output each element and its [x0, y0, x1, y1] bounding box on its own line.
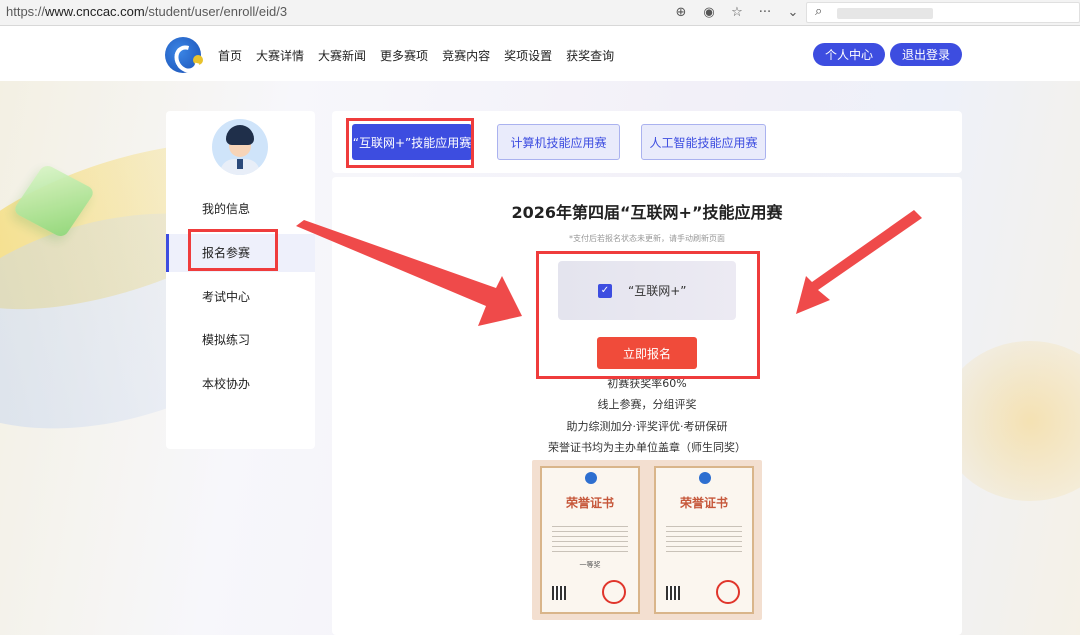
sidebar-item-exam-center[interactable]: 考试中心	[166, 278, 315, 316]
logout-button[interactable]: 退出登录	[890, 43, 962, 66]
more-icon[interactable]: ···	[756, 3, 774, 21]
personal-center-button[interactable]: 个人中心	[813, 43, 885, 66]
tab-computer-skills[interactable]: 计算机技能应用赛	[497, 124, 620, 160]
sidebar: 我的信息 报名参赛 考试中心 模拟练习 本校协办	[166, 111, 315, 449]
certificate-title: 荣誉证书	[565, 496, 614, 510]
sidebar-item-practice[interactable]: 模拟练习	[166, 321, 315, 359]
sidebar-item-school-coorg[interactable]: 本校协办	[166, 365, 315, 403]
site-logo[interactable]	[165, 37, 203, 73]
url-host: www.cnccac.com	[45, 4, 145, 19]
browser-actions: ⊕ ◉ ☆ ··· ⌄	[672, 3, 802, 21]
enroll-panel: 2026年第四届“互联网+”技能应用赛 *支付后若报名状态未更新，请手动刷新页面…	[332, 177, 962, 635]
nav-awards[interactable]: 奖项设置	[504, 47, 552, 64]
info-line: 线上参赛，分组评奖	[597, 398, 697, 411]
payment-note: *支付后若报名状态未更新，请手动刷新页面	[569, 234, 725, 243]
browser-bar: https://www.cnccac.com/student/user/enro…	[0, 0, 1080, 26]
certificate: 荣誉证书 一等奖	[540, 466, 640, 614]
main-nav: 首页 大赛详情 大赛新闻 更多赛项 竞赛内容 奖项设置 获奖查询	[218, 47, 614, 64]
address-bar[interactable]: https://www.cnccac.com/student/user/enro…	[6, 4, 287, 19]
info-line: 荣誉证书均为主办单位盖章（师生同奖）	[548, 441, 746, 454]
star-icon[interactable]: ☆	[728, 3, 746, 21]
page-title: 2026年第四届“互联网+”技能应用赛	[511, 203, 783, 222]
certificate-image: 荣誉证书 一等奖 荣誉证书	[532, 460, 762, 620]
nav-details[interactable]: 大赛详情	[256, 47, 304, 64]
certificate-title: 荣誉证书	[679, 496, 728, 510]
location-icon[interactable]: ◉	[700, 3, 718, 21]
nav-content[interactable]: 竞赛内容	[442, 47, 490, 64]
browser-search-input[interactable]: ⌕	[806, 2, 1080, 23]
nav-news[interactable]: 大赛新闻	[318, 47, 366, 64]
zoom-icon[interactable]: ⊕	[672, 3, 690, 21]
certificate-rank: 一等奖	[579, 561, 601, 569]
annotation-box	[536, 251, 760, 379]
search-icon: ⌕	[815, 4, 823, 19]
certificate: 荣誉证书	[654, 466, 754, 614]
url-path: /student/user/enroll/eid/3	[144, 4, 288, 19]
info-line: 助力综测加分·评奖评优·考研保研	[566, 420, 728, 433]
nav-more-events[interactable]: 更多赛项	[380, 47, 428, 64]
nav-results[interactable]: 获奖查询	[566, 47, 614, 64]
annotation-box	[346, 118, 474, 168]
tab-ai-skills[interactable]: 人工智能技能应用赛	[641, 124, 766, 160]
avatar[interactable]	[212, 119, 268, 175]
sidebar-item-my-info[interactable]: 我的信息	[166, 190, 315, 228]
search-blurred-text	[837, 8, 933, 19]
annotation-box	[188, 229, 278, 271]
chevron-down-icon[interactable]: ⌄	[784, 3, 802, 21]
nav-home[interactable]: 首页	[218, 47, 242, 64]
url-prefix: https://	[6, 4, 46, 19]
